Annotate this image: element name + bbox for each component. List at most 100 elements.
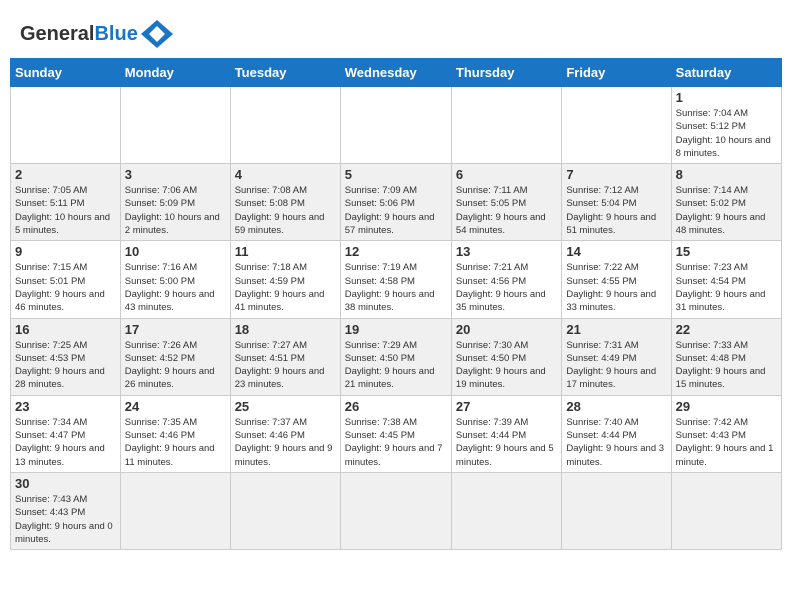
calendar-cell: 20 Sunrise: 7:30 AM Sunset: 4:50 PM Dayli… bbox=[451, 318, 561, 395]
weekday-header-saturday: Saturday bbox=[671, 59, 781, 87]
day-info: Sunrise: 7:38 AM Sunset: 4:45 PM Dayligh… bbox=[345, 416, 447, 469]
calendar-cell bbox=[230, 87, 340, 164]
day-number: 20 bbox=[456, 322, 557, 337]
day-number: 30 bbox=[15, 476, 116, 491]
calendar-cell: 7 Sunrise: 7:12 AM Sunset: 5:04 PM Daylig… bbox=[562, 164, 671, 241]
calendar-cell: 3Sunrise: 7:06 AM Sunset: 5:09 PM Daylig… bbox=[120, 164, 230, 241]
day-number: 4 bbox=[235, 167, 336, 182]
day-number: 18 bbox=[235, 322, 336, 337]
calendar-cell: 4Sunrise: 7:08 AM Sunset: 5:08 PM Daylig… bbox=[230, 164, 340, 241]
day-info: Sunrise: 7:23 AM Sunset: 4:54 PM Dayligh… bbox=[676, 261, 777, 314]
day-info: Sunrise: 7:37 AM Sunset: 4:46 PM Dayligh… bbox=[235, 416, 336, 469]
calendar-cell: 19 Sunrise: 7:29 AM Sunset: 4:50 PM Dayli… bbox=[340, 318, 451, 395]
day-info: Sunrise: 7:26 AM Sunset: 4:52 PM Dayligh… bbox=[125, 339, 226, 392]
calendar-cell: 9 Sunrise: 7:15 AM Sunset: 5:01 PM Daylig… bbox=[11, 241, 121, 318]
weekday-header-friday: Friday bbox=[562, 59, 671, 87]
calendar-cell bbox=[120, 87, 230, 164]
calendar-cell: 29 Sunrise: 7:42 AM Sunset: 4:43 PM Dayli… bbox=[671, 395, 781, 472]
day-number: 9 bbox=[15, 244, 116, 259]
calendar: SundayMondayTuesdayWednesdayThursdayFrid… bbox=[10, 58, 782, 550]
day-info: Sunrise: 7:25 AM Sunset: 4:53 PM Dayligh… bbox=[15, 339, 116, 392]
calendar-cell bbox=[562, 87, 671, 164]
day-info: Sunrise: 7:39 AM Sunset: 4:44 PM Dayligh… bbox=[456, 416, 557, 469]
day-number: 25 bbox=[235, 399, 336, 414]
calendar-cell: 28 Sunrise: 7:40 AM Sunset: 4:44 PM Dayli… bbox=[562, 395, 671, 472]
day-info: Sunrise: 7:05 AM Sunset: 5:11 PM Dayligh… bbox=[15, 184, 116, 237]
calendar-cell: 13Sunrise: 7:21 AM Sunset: 4:56 PM Dayli… bbox=[451, 241, 561, 318]
calendar-cell: 6 Sunrise: 7:11 AM Sunset: 5:05 PM Daylig… bbox=[451, 164, 561, 241]
day-info: Sunrise: 7:33 AM Sunset: 4:48 PM Dayligh… bbox=[676, 339, 777, 392]
day-number: 28 bbox=[566, 399, 666, 414]
calendar-cell: 30 Sunrise: 7:43 AM Sunset: 4:43 PM Dayli… bbox=[11, 472, 121, 549]
header: GeneralBlue bbox=[10, 10, 782, 53]
day-number: 1 bbox=[676, 90, 777, 105]
day-info: Sunrise: 7:30 AM Sunset: 4:50 PM Dayligh… bbox=[456, 339, 557, 392]
day-number: 24 bbox=[125, 399, 226, 414]
calendar-cell: 21 Sunrise: 7:31 AM Sunset: 4:49 PM Dayli… bbox=[562, 318, 671, 395]
weekday-header-row: SundayMondayTuesdayWednesdayThursdayFrid… bbox=[11, 59, 782, 87]
day-number: 7 bbox=[566, 167, 666, 182]
calendar-cell bbox=[11, 87, 121, 164]
calendar-cell bbox=[340, 472, 451, 549]
day-info: Sunrise: 7:29 AM Sunset: 4:50 PM Dayligh… bbox=[345, 339, 447, 392]
week-row-1: 2 Sunrise: 7:05 AM Sunset: 5:11 PM Daylig… bbox=[11, 164, 782, 241]
week-row-4: 23 Sunrise: 7:34 AM Sunset: 4:47 PM Dayli… bbox=[11, 395, 782, 472]
calendar-cell: 25 Sunrise: 7:37 AM Sunset: 4:46 PM Dayli… bbox=[230, 395, 340, 472]
calendar-cell bbox=[120, 472, 230, 549]
day-number: 22 bbox=[676, 322, 777, 337]
day-number: 8 bbox=[676, 167, 777, 182]
day-number: 26 bbox=[345, 399, 447, 414]
calendar-cell bbox=[451, 472, 561, 549]
weekday-header-tuesday: Tuesday bbox=[230, 59, 340, 87]
day-info: Sunrise: 7:09 AM Sunset: 5:06 PM Dayligh… bbox=[345, 184, 447, 237]
calendar-cell: 26 Sunrise: 7:38 AM Sunset: 4:45 PM Dayli… bbox=[340, 395, 451, 472]
day-number: 10 bbox=[125, 244, 226, 259]
weekday-header-wednesday: Wednesday bbox=[340, 59, 451, 87]
week-row-0: 1 Sunrise: 7:04 AM Sunset: 5:12 PM Daylig… bbox=[11, 87, 782, 164]
calendar-cell: 11 Sunrise: 7:18 AM Sunset: 4:59 PM Dayli… bbox=[230, 241, 340, 318]
calendar-cell: 16Sunrise: 7:25 AM Sunset: 4:53 PM Dayli… bbox=[11, 318, 121, 395]
day-number: 21 bbox=[566, 322, 666, 337]
calendar-cell: 10 Sunrise: 7:16 AM Sunset: 5:00 PM Dayli… bbox=[120, 241, 230, 318]
calendar-cell bbox=[671, 472, 781, 549]
day-number: 3 bbox=[125, 167, 226, 182]
day-number: 2 bbox=[15, 167, 116, 182]
day-info: Sunrise: 7:04 AM Sunset: 5:12 PM Dayligh… bbox=[676, 107, 777, 160]
day-info: Sunrise: 7:12 AM Sunset: 5:04 PM Dayligh… bbox=[566, 184, 666, 237]
calendar-cell: 23 Sunrise: 7:34 AM Sunset: 4:47 PM Dayli… bbox=[11, 395, 121, 472]
calendar-cell: 12Sunrise: 7:19 AM Sunset: 4:58 PM Dayli… bbox=[340, 241, 451, 318]
weekday-header-monday: Monday bbox=[120, 59, 230, 87]
calendar-cell: 22 Sunrise: 7:33 AM Sunset: 4:48 PM Dayli… bbox=[671, 318, 781, 395]
calendar-cell bbox=[451, 87, 561, 164]
day-info: Sunrise: 7:31 AM Sunset: 4:49 PM Dayligh… bbox=[566, 339, 666, 392]
day-info: Sunrise: 7:40 AM Sunset: 4:44 PM Dayligh… bbox=[566, 416, 666, 469]
day-info: Sunrise: 7:27 AM Sunset: 4:51 PM Dayligh… bbox=[235, 339, 336, 392]
day-info: Sunrise: 7:15 AM Sunset: 5:01 PM Dayligh… bbox=[15, 261, 116, 314]
logo: GeneralBlue bbox=[20, 20, 173, 48]
day-number: 6 bbox=[456, 167, 557, 182]
day-info: Sunrise: 7:21 AM Sunset: 4:56 PM Dayligh… bbox=[456, 261, 557, 314]
day-number: 27 bbox=[456, 399, 557, 414]
calendar-cell: 1 Sunrise: 7:04 AM Sunset: 5:12 PM Daylig… bbox=[671, 87, 781, 164]
calendar-cell: 5Sunrise: 7:09 AM Sunset: 5:06 PM Daylig… bbox=[340, 164, 451, 241]
day-number: 23 bbox=[15, 399, 116, 414]
day-info: Sunrise: 7:11 AM Sunset: 5:05 PM Dayligh… bbox=[456, 184, 557, 237]
day-info: Sunrise: 7:14 AM Sunset: 5:02 PM Dayligh… bbox=[676, 184, 777, 237]
day-info: Sunrise: 7:34 AM Sunset: 4:47 PM Dayligh… bbox=[15, 416, 116, 469]
weekday-header-sunday: Sunday bbox=[11, 59, 121, 87]
logo-text: GeneralBlue bbox=[20, 23, 138, 45]
day-number: 29 bbox=[676, 399, 777, 414]
day-info: Sunrise: 7:18 AM Sunset: 4:59 PM Dayligh… bbox=[235, 261, 336, 314]
calendar-cell: 27 Sunrise: 7:39 AM Sunset: 4:44 PM Dayli… bbox=[451, 395, 561, 472]
day-info: Sunrise: 7:19 AM Sunset: 4:58 PM Dayligh… bbox=[345, 261, 447, 314]
day-info: Sunrise: 7:16 AM Sunset: 5:00 PM Dayligh… bbox=[125, 261, 226, 314]
day-number: 19 bbox=[345, 322, 447, 337]
calendar-cell: 2 Sunrise: 7:05 AM Sunset: 5:11 PM Daylig… bbox=[11, 164, 121, 241]
calendar-cell: 18 Sunrise: 7:27 AM Sunset: 4:51 PM Dayli… bbox=[230, 318, 340, 395]
day-number: 15 bbox=[676, 244, 777, 259]
day-info: Sunrise: 7:43 AM Sunset: 4:43 PM Dayligh… bbox=[15, 493, 116, 546]
day-info: Sunrise: 7:42 AM Sunset: 4:43 PM Dayligh… bbox=[676, 416, 777, 469]
calendar-cell: 17Sunrise: 7:26 AM Sunset: 4:52 PM Dayli… bbox=[120, 318, 230, 395]
day-number: 11 bbox=[235, 244, 336, 259]
calendar-cell: 24Sunrise: 7:35 AM Sunset: 4:46 PM Dayli… bbox=[120, 395, 230, 472]
